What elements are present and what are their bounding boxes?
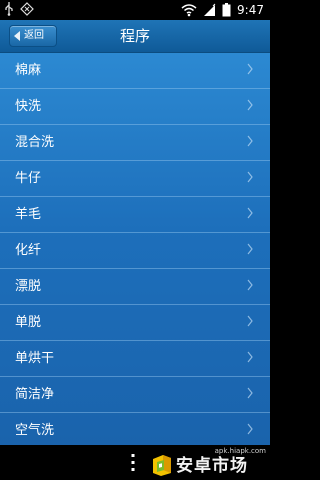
- list-item[interactable]: 简洁净: [0, 377, 270, 413]
- app-screen: 9:47 返回 程序 棉麻 快洗 混合洗 牛仔 羊毛 化纤 漂脱 单脱 单烘干 …: [0, 0, 270, 480]
- chevron-right-icon: [247, 135, 253, 147]
- watermark-url: apk.hiapk.com: [214, 447, 266, 455]
- bottom-bar: apk.hiapk.com 安卓市场: [0, 445, 270, 480]
- list-item-label: 单烘干: [15, 351, 55, 366]
- list-item[interactable]: 空气洗: [0, 413, 270, 445]
- back-button[interactable]: 返回: [9, 25, 57, 47]
- chevron-right-icon: [247, 207, 253, 219]
- list-item-label: 羊毛: [15, 207, 42, 222]
- status-right-icons: 9:47: [181, 2, 264, 18]
- list-item-label: 化纤: [15, 243, 42, 258]
- list-item-label: 空气洗: [15, 423, 55, 438]
- list-item-label: 漂脱: [15, 279, 42, 294]
- list-item[interactable]: 化纤: [0, 233, 270, 269]
- list-item[interactable]: 快洗: [0, 89, 270, 125]
- logo-text: 安卓市场: [176, 456, 248, 476]
- chevron-right-icon: [247, 171, 253, 183]
- chevron-right-icon: [247, 279, 253, 291]
- status-left-icons: [4, 2, 34, 16]
- list-item-label: 简洁净: [15, 387, 55, 402]
- chevron-right-icon: [247, 315, 253, 327]
- back-arrow-icon: [14, 31, 20, 41]
- list-item[interactable]: 棉麻: [0, 53, 270, 89]
- list-item[interactable]: 混合洗: [0, 125, 270, 161]
- list-item[interactable]: 漂脱: [0, 269, 270, 305]
- back-button-label: 返回: [24, 30, 44, 41]
- list-item[interactable]: 羊毛: [0, 197, 270, 233]
- status-time: 9:47: [237, 3, 264, 17]
- app-market-logo-icon: [153, 455, 171, 476]
- chevron-right-icon: [247, 243, 253, 255]
- list-item-label: 快洗: [15, 99, 42, 114]
- title-bar: 返回 程序: [0, 20, 270, 53]
- battery-icon: [222, 3, 231, 17]
- list-item-label: 单脱: [15, 315, 42, 330]
- chevron-right-icon: [247, 423, 253, 435]
- usb-icon: [5, 2, 13, 16]
- status-bar: 9:47: [0, 0, 270, 20]
- list-item-label: 混合洗: [15, 135, 55, 150]
- overflow-menu-icon[interactable]: [131, 454, 135, 472]
- list-item-label: 牛仔: [15, 171, 42, 186]
- list-item-label: 棉麻: [15, 63, 42, 78]
- chevron-right-icon: [247, 351, 253, 363]
- signal-icon: [204, 3, 216, 16]
- chevron-right-icon: [247, 63, 253, 75]
- chevron-right-icon: [247, 99, 253, 111]
- list-item[interactable]: 单烘干: [0, 341, 270, 377]
- list-item[interactable]: 牛仔: [0, 161, 270, 197]
- wifi-icon: [181, 4, 197, 17]
- program-list[interactable]: 棉麻 快洗 混合洗 牛仔 羊毛 化纤 漂脱 单脱 单烘干 简洁净 空气洗: [0, 53, 270, 445]
- debug-icon: [20, 2, 34, 16]
- list-item[interactable]: 单脱: [0, 305, 270, 341]
- chevron-right-icon: [247, 387, 253, 399]
